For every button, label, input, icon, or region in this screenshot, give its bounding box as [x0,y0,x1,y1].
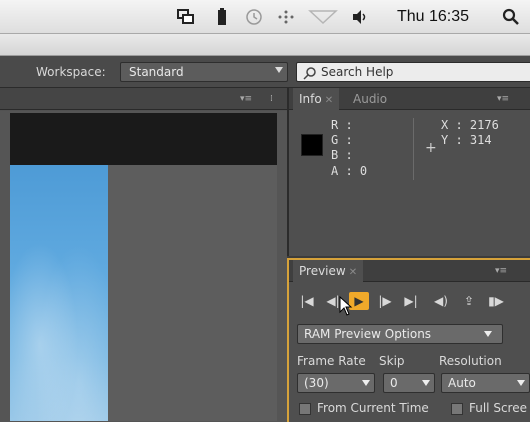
frame-rate-value: (30) [304,376,329,390]
full-screen-checkbox[interactable] [451,403,463,415]
frame-rate-label: Frame Rate [297,354,366,368]
last-frame-icon[interactable]: ▶| [401,292,421,310]
resolution-select[interactable]: Auto [441,373,530,393]
skip-label: Skip [379,354,405,368]
skip-select[interactable]: 0 [383,373,435,393]
tab-preview-label: Preview [299,264,346,278]
sky-footage-frame [10,165,108,421]
alpha-value: A : 0 [331,164,368,178]
crosshair-icon: + [425,140,437,156]
panel-menu-icon[interactable]: ▾≡ [495,266,509,276]
composition-pasteboard [10,113,277,165]
from-current-time-label: From Current Time [317,401,429,415]
info-divider [413,118,414,180]
next-frame-icon[interactable]: |▶ [375,292,395,310]
ram-preview-options-value: RAM Preview Options [304,327,432,341]
composition-tabbar: ▾≡ ⁞ [0,88,287,110]
composition-panel: ▾≡ ⁞ [0,88,287,422]
resolution-value: Auto [448,376,476,390]
chevron-down-icon [275,67,283,73]
green-value: G : [331,133,353,147]
tab-info-label: Info [299,92,322,106]
skip-value: 0 [390,376,398,390]
tab-info[interactable]: Info ✕ [293,88,340,110]
panel-menu-icon[interactable]: ▾≡ [497,94,511,104]
frame-rate-select[interactable]: (30) [297,373,375,393]
ram-preview-icon[interactable]: ▮▶ [487,292,505,310]
spotlight-icon[interactable] [500,7,522,27]
audio-icon[interactable]: ◀) [431,292,451,310]
x-coordinate: X : 2176 [441,118,499,132]
y-coordinate: Y : 314 [441,133,492,147]
tab-audio[interactable]: Audio [347,88,393,110]
composition-viewer[interactable] [0,111,287,422]
from-current-time-checkbox[interactable] [299,403,311,415]
workspace-select[interactable]: Standard [120,62,288,82]
chevron-down-icon [484,331,492,337]
tab-audio-label: Audio [353,92,388,106]
search-placeholder: Search Help [321,65,394,79]
preview-tabbar: Preview ✕ ▾≡ [289,260,530,282]
chevron-down-icon [362,380,370,386]
mouse-cursor-icon [339,296,353,316]
display-mirror-icon[interactable] [176,7,196,27]
app-toolbar: Workspace: Standard Search Help [0,56,530,88]
loop-icon[interactable]: ⇪ [459,292,479,310]
volume-icon[interactable] [350,7,370,27]
search-help-input[interactable]: Search Help [296,62,530,82]
battery-icon[interactable] [214,7,230,27]
resolution-label: Resolution [439,354,502,368]
full-screen-label: Full Scree [469,401,527,415]
menu-bar: Thu 16:35 [0,0,530,34]
wifi-icon[interactable] [306,7,340,27]
bluetooth-icon[interactable] [276,7,296,27]
close-icon[interactable]: ✕ [325,95,333,106]
composition-background [108,165,277,421]
color-swatch [301,134,323,156]
preview-panel: Preview ✕ ▾≡ |◀ ◀| ▶ |▶ ▶| ◀) ⇪ ▮▶ RAM Pr… [287,258,530,422]
window-titlebar [0,34,530,56]
panel-menu-icon[interactable]: ▾≡ [240,94,254,104]
chevron-down-icon [422,380,430,386]
blue-value: B : [331,148,353,162]
menubar-clock[interactable]: Thu 16:35 [380,7,486,27]
first-frame-icon[interactable]: |◀ [297,292,317,310]
chevron-down-icon [517,380,525,386]
info-panel: Info ✕ Audio ▾≡ R : G : B : A : 0 + X : 2… [287,88,530,256]
red-value: R : [331,118,353,132]
close-icon[interactable]: ✕ [349,267,357,278]
panel-grip-icon[interactable]: ⁞ [270,94,284,104]
tab-preview[interactable]: Preview ✕ [293,260,364,282]
workspace-value: Standard [129,65,184,79]
ram-preview-options-select[interactable]: RAM Preview Options [297,324,503,344]
workspace-label: Workspace: [36,65,106,79]
info-tabbar: Info ✕ Audio ▾≡ [289,88,530,110]
search-icon [303,67,316,80]
time-machine-icon[interactable] [244,7,264,27]
